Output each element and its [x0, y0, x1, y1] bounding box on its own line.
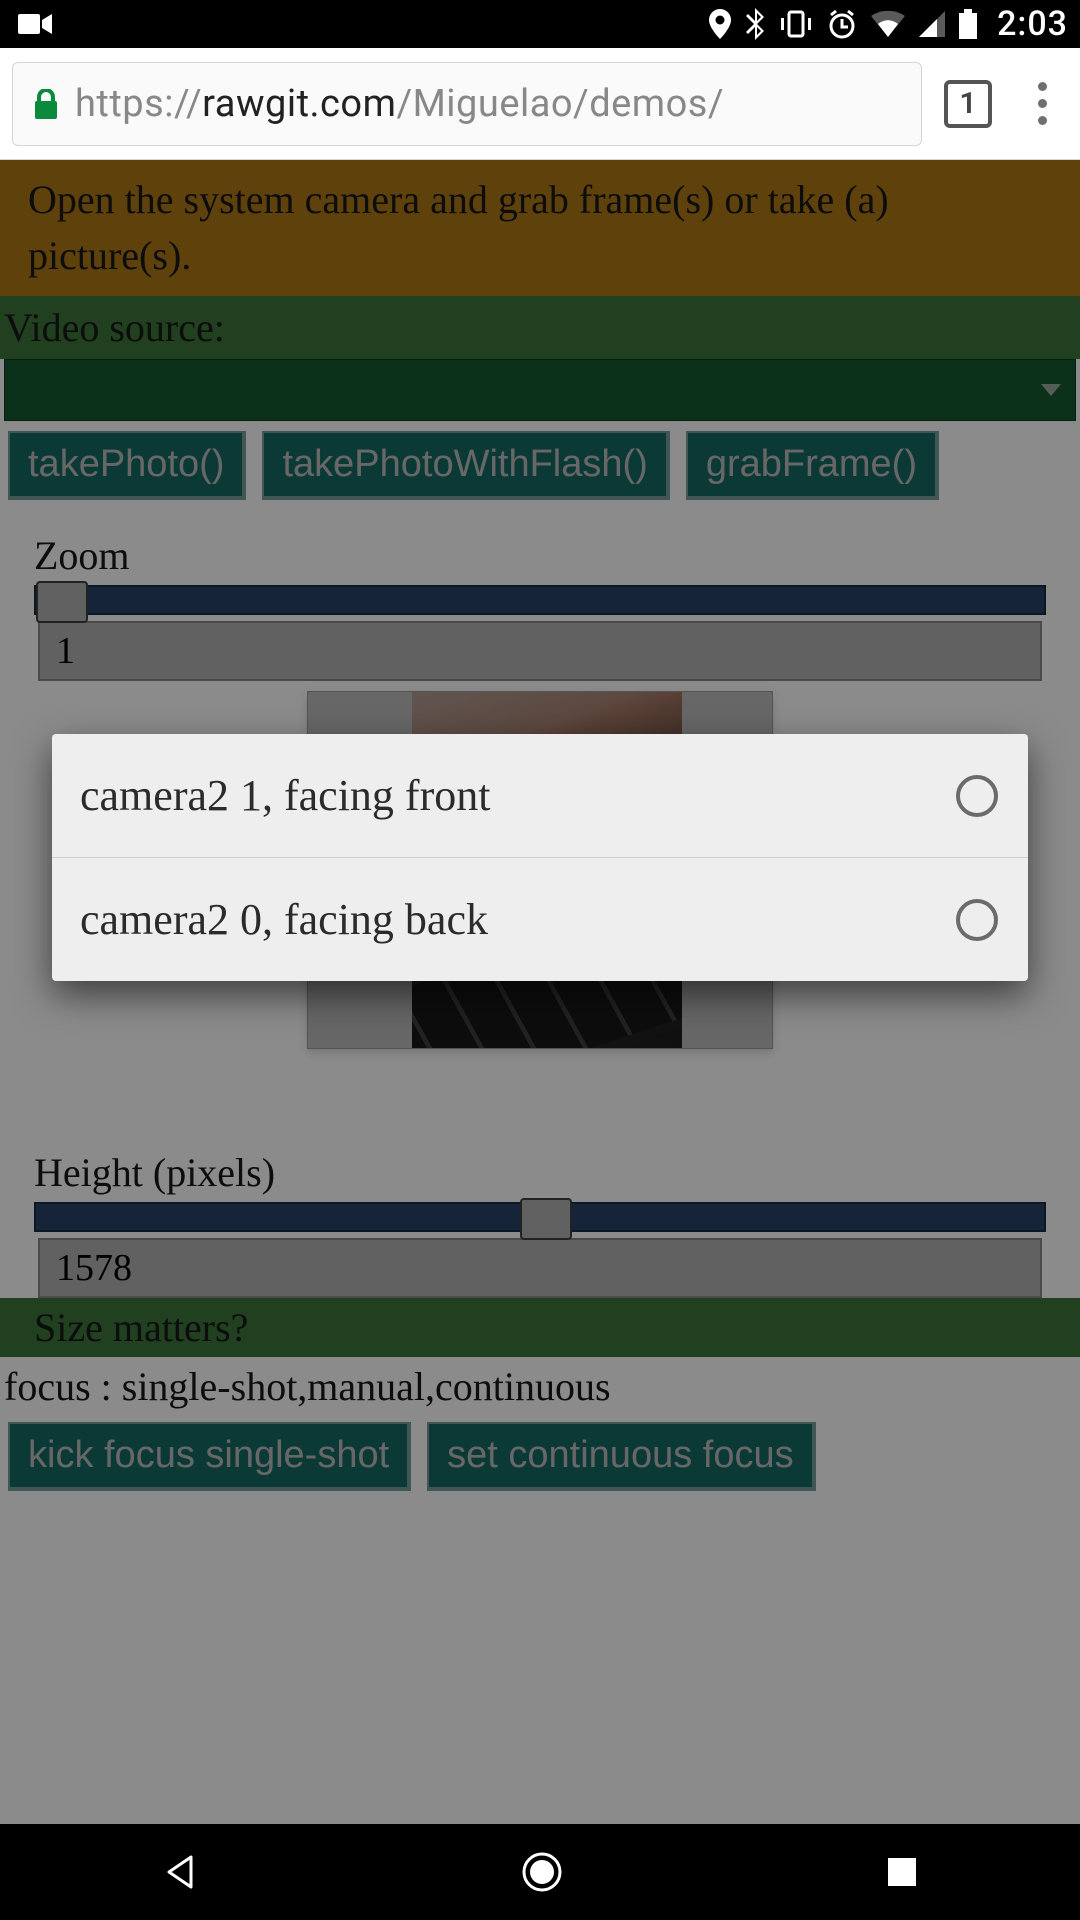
- url-text: https://rawgit.com/Miguelao/demos/: [75, 82, 724, 126]
- url-box[interactable]: https://rawgit.com/Miguelao/demos/: [12, 62, 922, 146]
- page-content: Open the system camera and grab frame(s)…: [0, 160, 1080, 1824]
- vibrate-icon: [779, 10, 813, 38]
- home-button[interactable]: [520, 1850, 564, 1894]
- location-icon: [709, 9, 731, 39]
- radio-icon: [956, 899, 998, 941]
- bluetooth-icon: [745, 8, 765, 40]
- select-popup: camera2 1, facing front camera2 0, facin…: [52, 734, 1028, 981]
- wifi-icon: [871, 11, 905, 37]
- select-option-label: camera2 1, facing front: [80, 770, 490, 821]
- url-host: rawgit.com: [202, 82, 396, 126]
- overflow-menu-button[interactable]: [1026, 82, 1058, 125]
- status-time: 2:03: [997, 4, 1068, 44]
- modal-scrim[interactable]: [0, 160, 1080, 1824]
- url-scheme: https://: [75, 82, 202, 126]
- status-bar: 2:03: [0, 0, 1080, 48]
- alarm-icon: [827, 9, 857, 39]
- battery-icon: [959, 9, 977, 39]
- url-path: /Miguelao/demos/: [396, 82, 724, 126]
- back-button[interactable]: [161, 1853, 199, 1891]
- browser-toolbar: https://rawgit.com/Miguelao/demos/ 1: [0, 48, 1080, 160]
- videocam-icon: [18, 12, 52, 36]
- select-option-label: camera2 0, facing back: [80, 894, 488, 945]
- tab-switcher-button[interactable]: 1: [944, 80, 992, 128]
- lock-icon: [33, 89, 59, 119]
- radio-icon: [956, 775, 998, 817]
- tab-count: 1: [959, 86, 976, 121]
- recents-button[interactable]: [885, 1855, 919, 1889]
- select-option[interactable]: camera2 0, facing back: [52, 857, 1028, 981]
- cell-signal-icon: [919, 11, 945, 37]
- select-option[interactable]: camera2 1, facing front: [52, 734, 1028, 857]
- navigation-bar: [0, 1824, 1080, 1920]
